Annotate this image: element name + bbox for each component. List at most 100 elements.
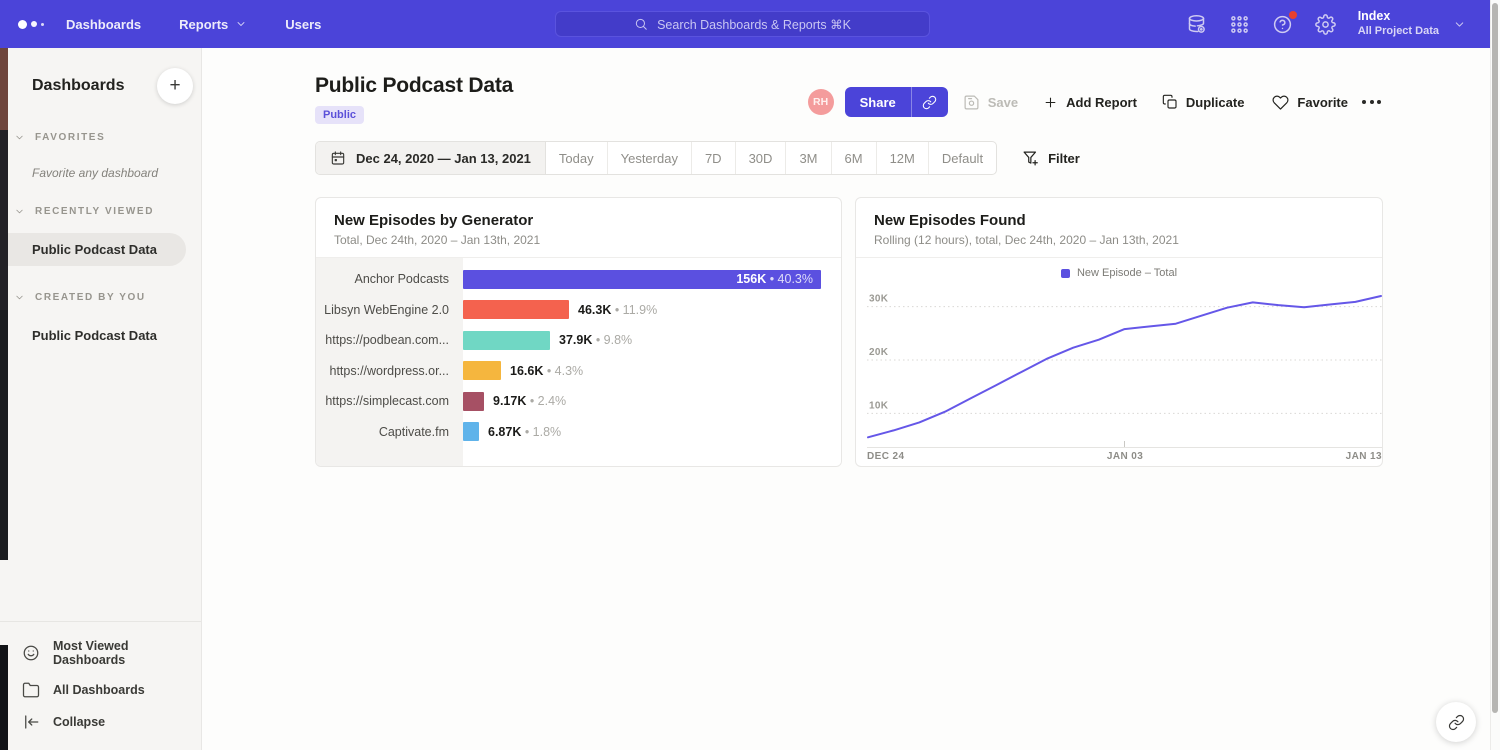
section-toggle-favorites[interactable]: FAVORITES (0, 132, 201, 143)
link-icon (922, 95, 937, 110)
add-report-button[interactable]: Add Report (1043, 95, 1137, 110)
top-bar: Dashboards Reports Users Search Dashboards… (0, 0, 1490, 48)
project-switcher[interactable]: Index All Project Data (1358, 9, 1466, 38)
avatar[interactable]: RH (808, 89, 834, 115)
x-axis-tick-label: DEC 24 (867, 451, 904, 462)
line-chart-body: New Episode – Total 10K20K30K DEC 24JAN … (856, 258, 1382, 462)
preset-30d[interactable]: 30D (736, 142, 787, 174)
preset-today[interactable]: Today (546, 142, 608, 174)
date-controls-row: Dec 24, 2020 — Jan 13, 2021 TodayYesterd… (315, 141, 1385, 175)
bar-chart-header: New Episodes by Generator Total, Dec 24t… (316, 198, 841, 258)
bar-category-label: Captivate.fm (316, 425, 463, 439)
date-range-value: Dec 24, 2020 — Jan 13, 2021 (356, 151, 531, 166)
y-axis-tick-label: 10K (869, 400, 889, 411)
preset-default[interactable]: Default (929, 142, 996, 174)
preset-6m[interactable]: 6M (832, 142, 877, 174)
filter-label: Filter (1048, 151, 1080, 166)
visibility-badge: Public (315, 106, 364, 124)
favorite-button[interactable]: Favorite (1272, 94, 1348, 111)
bar-https-podbean-com (463, 331, 550, 350)
page-scrollbar (1490, 0, 1500, 750)
nav-label: Dashboards (66, 17, 141, 32)
plus-icon (1043, 95, 1058, 110)
bar-chart-body: Anchor Podcasts156K • 40.3%Libsyn WebEng… (316, 258, 841, 467)
sidebar-section-favorites: FAVORITESFavorite any dashboard (0, 132, 201, 180)
bar-category-label: Libsyn WebEngine 2.0 (316, 303, 463, 317)
heart-icon (1272, 94, 1289, 111)
search-input[interactable]: Search Dashboards & Reports ⌘K (555, 11, 930, 37)
nav-users[interactable]: Users (285, 17, 321, 32)
bar-category-label: Anchor Podcasts (316, 272, 463, 286)
line-series (868, 296, 1381, 437)
dashboard-header-row: Public Podcast Data Public RH Share Save (315, 74, 1385, 124)
date-range-bar: Dec 24, 2020 — Jan 13, 2021 TodayYesterd… (315, 141, 997, 175)
save-icon (963, 94, 980, 111)
collapse-left-icon (22, 713, 40, 731)
bar-value: 16.6K • 4.3% (510, 364, 583, 378)
preset-12m[interactable]: 12M (877, 142, 929, 174)
date-presets: TodayYesterday7D30D3M6M12MDefault (546, 142, 996, 174)
bar-category-label: https://simplecast.com (316, 394, 463, 408)
apps-grid-icon[interactable] (1229, 14, 1250, 35)
y-axis-tick-label: 20K (869, 347, 889, 358)
add-report-label: Add Report (1066, 95, 1137, 110)
preset-yesterday[interactable]: Yesterday (608, 142, 692, 174)
nav-label: Reports (179, 17, 228, 32)
duplicate-button[interactable]: Duplicate (1162, 94, 1245, 110)
line-chart-plot: 10K 20K 30K (867, 288, 1382, 448)
main-content: Public Podcast Data Public RH Share Save (202, 48, 1490, 750)
preset-7d[interactable]: 7D (692, 142, 736, 174)
line-plot-holder: 10K 20K 30K (856, 288, 1382, 448)
bar-value: 9.17K • 2.4% (493, 394, 566, 408)
data-source-icon[interactable] (1186, 14, 1207, 35)
sidebar-item-public-podcast-data[interactable]: Public Podcast Data (0, 319, 201, 352)
bar-value: 6.87K • 1.8% (488, 425, 561, 439)
y-axis-tick-label: 30K (869, 294, 889, 305)
scrollbar-thumb[interactable] (1492, 3, 1498, 713)
section-toggle-created-by-you[interactable]: CREATED BY YOU (0, 292, 201, 303)
bar-value: 37.9K • 9.8% (559, 333, 632, 347)
share-label: Share (845, 87, 911, 117)
dashboard-actions: RH Share Save Add Report (808, 87, 1385, 117)
help-icon[interactable] (1272, 14, 1293, 35)
smiley-icon (22, 644, 40, 662)
nav-reports[interactable]: Reports (179, 17, 247, 32)
preset-3m[interactable]: 3M (786, 142, 831, 174)
date-range-picker[interactable]: Dec 24, 2020 — Jan 13, 2021 (316, 142, 546, 174)
nav-label: Users (285, 17, 321, 32)
more-actions-button[interactable] (1358, 96, 1385, 108)
footer-collapse[interactable]: Collapse (0, 706, 201, 738)
sidebar-header: Dashboards + (0, 48, 201, 104)
page-title: Public Podcast Data (315, 74, 513, 98)
chevron-down-icon (14, 206, 25, 217)
save-button[interactable]: Save (963, 94, 1018, 111)
nav-dashboards[interactable]: Dashboards (66, 17, 141, 32)
footer-most-viewed-dashboards[interactable]: Most Viewed Dashboards (0, 632, 201, 674)
copy-icon (1162, 94, 1178, 110)
add-dashboard-button[interactable]: + (157, 68, 193, 104)
chart-legend: New Episode – Total (856, 264, 1382, 282)
sidebar-section-recently-viewed: RECENTLY VIEWED Public Podcast Data (0, 206, 201, 266)
logo-dots-icon[interactable] (18, 0, 44, 48)
search-placeholder: Search Dashboards & Reports ⌘K (657, 17, 851, 32)
x-axis-tick-label: JAN 13 (1346, 451, 1382, 462)
settings-icon[interactable] (1315, 14, 1336, 35)
copy-page-link-button[interactable] (1436, 702, 1476, 742)
section-toggle-recently-viewed[interactable]: RECENTLY VIEWED (0, 206, 201, 217)
sidebar-sections: FAVORITESFavorite any dashboard RECENTLY … (0, 132, 201, 352)
footer-all-dashboards[interactable]: All Dashboards (0, 674, 201, 706)
footer-label: All Dashboards (53, 683, 145, 697)
bar-value: 46.3K • 11.9% (578, 303, 657, 317)
x-axis-labels: DEC 24JAN 03JAN 13 (867, 451, 1382, 462)
bar-row: https://simplecast.com 9.17K • 2.4% (316, 386, 841, 417)
copy-share-link-button[interactable] (912, 87, 948, 117)
bar-libsyn-webengine-2-0 (463, 300, 569, 319)
sidebar-item-public-podcast-data[interactable]: Public Podcast Data (0, 233, 186, 266)
calendar-icon (330, 150, 346, 166)
bar-zone: 9.17K • 2.4% (463, 392, 841, 411)
line-chart-header: New Episodes Found Rolling (12 hours), t… (856, 198, 1382, 258)
bar-chart-card: New Episodes by Generator Total, Dec 24t… (315, 197, 842, 467)
filter-button[interactable]: Filter (1022, 150, 1080, 167)
bar-row: Libsyn WebEngine 2.0 46.3K • 11.9% (316, 295, 841, 326)
share-button[interactable]: Share (845, 87, 948, 117)
